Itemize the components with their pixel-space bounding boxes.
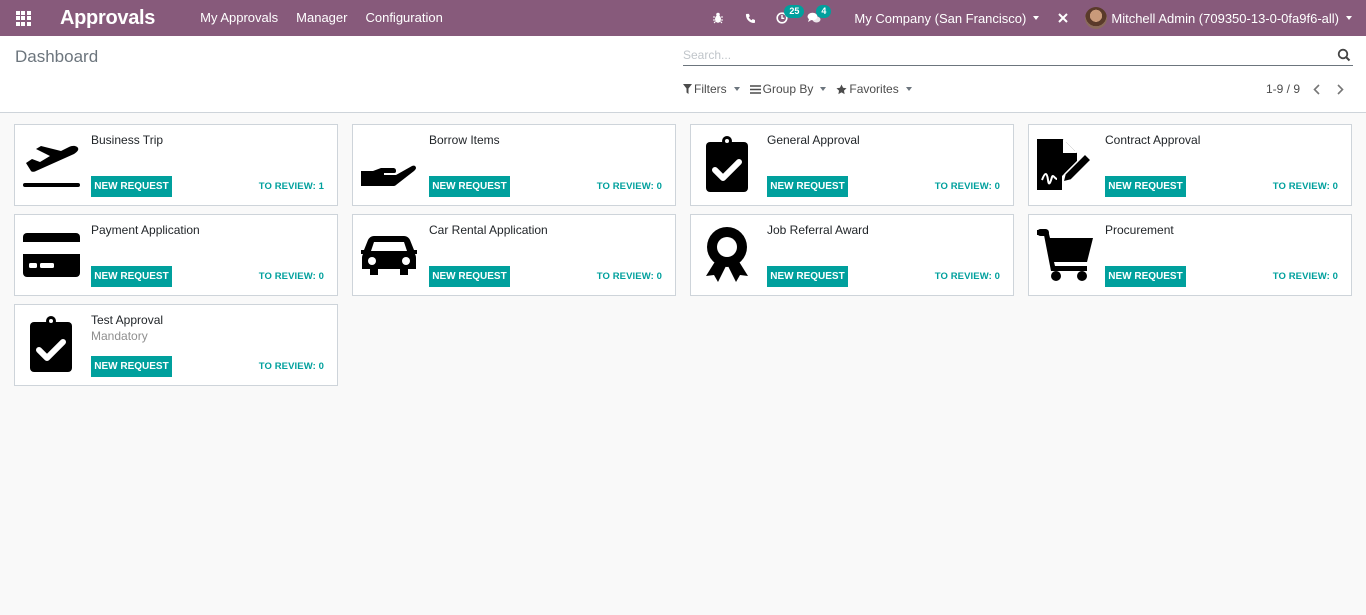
chevron-down-icon [905, 87, 912, 91]
phone-icon [745, 13, 755, 23]
approval-card-procurement: Procurement NEW REQUEST TO REVIEW: 0 [1028, 214, 1352, 296]
to-review-link[interactable]: TO REVIEW: 0 [597, 181, 662, 192]
main-menu: My Approvals Manager Configuration [191, 0, 452, 36]
breadcrumb: Dashboard [15, 47, 99, 66]
new-request-button[interactable]: NEW REQUEST [91, 176, 172, 197]
chevron-down-icon [733, 87, 740, 91]
card-title[interactable]: Test Approval [91, 313, 163, 327]
group-by-label: Group By [762, 82, 814, 96]
plane-departure-icon [23, 145, 80, 187]
card-title[interactable]: Payment Application [91, 223, 200, 237]
approval-card-car-rental-application: Car Rental Application NEW REQUEST TO RE… [352, 214, 676, 296]
new-request-button[interactable]: NEW REQUEST [429, 266, 510, 287]
new-request-button[interactable]: NEW REQUEST [767, 266, 848, 287]
card-title[interactable]: Contract Approval [1105, 133, 1200, 147]
card-title[interactable]: Business Trip [91, 133, 163, 147]
search-icon[interactable] [1337, 48, 1351, 62]
search-input[interactable] [683, 47, 1337, 62]
activities-button[interactable]: 25 [766, 0, 805, 36]
favorites-dropdown[interactable]: Favorites [836, 82, 912, 96]
car-icon [361, 236, 417, 275]
new-request-button[interactable]: NEW REQUEST [1105, 176, 1186, 197]
clipboard-check-icon [706, 136, 748, 192]
filters-label: Filters [694, 82, 727, 96]
new-request-button[interactable]: NEW REQUEST [1105, 266, 1186, 287]
card-title[interactable]: Procurement [1105, 223, 1174, 237]
clipboard-check-icon [30, 316, 72, 372]
to-review-link[interactable]: TO REVIEW: 0 [935, 271, 1000, 282]
filters-dropdown[interactable]: Filters [683, 82, 740, 96]
credit-card-icon [23, 233, 80, 277]
favorites-label: Favorites [849, 82, 899, 96]
chevron-down-icon [1033, 16, 1040, 20]
voip-button[interactable] [734, 0, 766, 36]
filter-icon [683, 84, 692, 94]
app-title: Approvals [60, 6, 156, 29]
hand-icon [361, 165, 416, 186]
new-request-button[interactable]: NEW REQUEST [91, 356, 172, 377]
card-title[interactable]: Job Referral Award [767, 223, 869, 237]
chevron-left-icon [1312, 83, 1320, 95]
tools-icon [1058, 13, 1069, 23]
new-request-button[interactable]: NEW REQUEST [429, 176, 510, 197]
company-switcher[interactable]: My Company (San Francisco) [846, 11, 1047, 26]
approval-card-contract-approval: Contract Approval NEW REQUEST TO REVIEW:… [1028, 124, 1352, 206]
to-review-link[interactable]: TO REVIEW: 0 [935, 181, 1000, 192]
to-review-link[interactable]: TO REVIEW: 0 [1273, 271, 1338, 282]
pager-previous-button[interactable] [1308, 82, 1324, 96]
to-review-link[interactable]: TO REVIEW: 0 [597, 271, 662, 282]
new-request-button[interactable]: NEW REQUEST [91, 266, 172, 287]
list-icon [749, 84, 761, 94]
avatar [1085, 7, 1108, 29]
message-count-badge: 4 [816, 5, 832, 18]
control-panel: Dashboard Filters Group By Favorites 1-9… [0, 36, 1366, 113]
to-review-link[interactable]: TO REVIEW: 1 [259, 181, 324, 192]
pager: 1-9 / 9 [1266, 82, 1348, 96]
pager-value[interactable]: 1-9 / 9 [1266, 82, 1300, 96]
messages-button[interactable]: 4 [798, 0, 832, 36]
card-subtitle: Mandatory [91, 329, 148, 343]
search-bar [683, 44, 1353, 66]
menu-configuration[interactable]: Configuration [356, 0, 451, 36]
user-menu[interactable]: Mitchell Admin (709350-13-0-0fa9f6-all) [1077, 7, 1366, 29]
file-signature-icon [1037, 139, 1093, 190]
menu-my-approvals[interactable]: My Approvals [191, 0, 287, 36]
debug-button[interactable] [702, 0, 734, 36]
apps-menu-button[interactable] [0, 0, 46, 36]
search-options: Filters Group By Favorites [683, 82, 922, 96]
approval-card-borrow-items: Borrow Items NEW REQUEST TO REVIEW: 0 [352, 124, 676, 206]
approval-types-grid: Business Trip NEW REQUEST TO REVIEW: 1 B… [14, 124, 1352, 386]
systray: 25 4 My Company (San Francisco) Mitchell… [702, 0, 1366, 36]
to-review-link[interactable]: TO REVIEW: 0 [259, 271, 324, 282]
approval-card-test-approval: Test Approval Mandatory NEW REQUEST TO R… [14, 304, 338, 386]
approval-card-job-referral-award: Job Referral Award NEW REQUEST TO REVIEW… [690, 214, 1014, 296]
menu-manager[interactable]: Manager [287, 0, 356, 36]
new-request-button[interactable]: NEW REQUEST [767, 176, 848, 197]
card-title[interactable]: Borrow Items [429, 133, 500, 147]
bug-icon [713, 12, 724, 24]
approval-card-business-trip: Business Trip NEW REQUEST TO REVIEW: 1 [14, 124, 338, 206]
chevron-down-icon [820, 87, 827, 91]
card-title[interactable]: Car Rental Application [429, 223, 548, 237]
pager-next-button[interactable] [1332, 82, 1348, 96]
tools-button[interactable] [1049, 0, 1077, 36]
award-icon [706, 227, 748, 282]
to-review-link[interactable]: TO REVIEW: 0 [1273, 181, 1338, 192]
approval-card-general-approval: General Approval NEW REQUEST TO REVIEW: … [690, 124, 1014, 206]
star-icon [836, 83, 847, 94]
approval-card-payment-application: Payment Application NEW REQUEST TO REVIE… [14, 214, 338, 296]
top-navbar: Approvals My Approvals Manager Configura… [0, 0, 1366, 36]
chevron-down-icon [1346, 16, 1352, 20]
to-review-link[interactable]: TO REVIEW: 0 [259, 361, 324, 372]
card-title[interactable]: General Approval [767, 133, 860, 147]
shopping-cart-icon [1037, 229, 1093, 281]
user-name: Mitchell Admin (709350-13-0-0fa9f6-all) [1111, 10, 1339, 26]
chevron-right-icon [1336, 83, 1344, 95]
apps-icon [15, 10, 31, 26]
group-by-dropdown[interactable]: Group By [749, 82, 827, 96]
company-name: My Company (San Francisco) [854, 10, 1027, 26]
